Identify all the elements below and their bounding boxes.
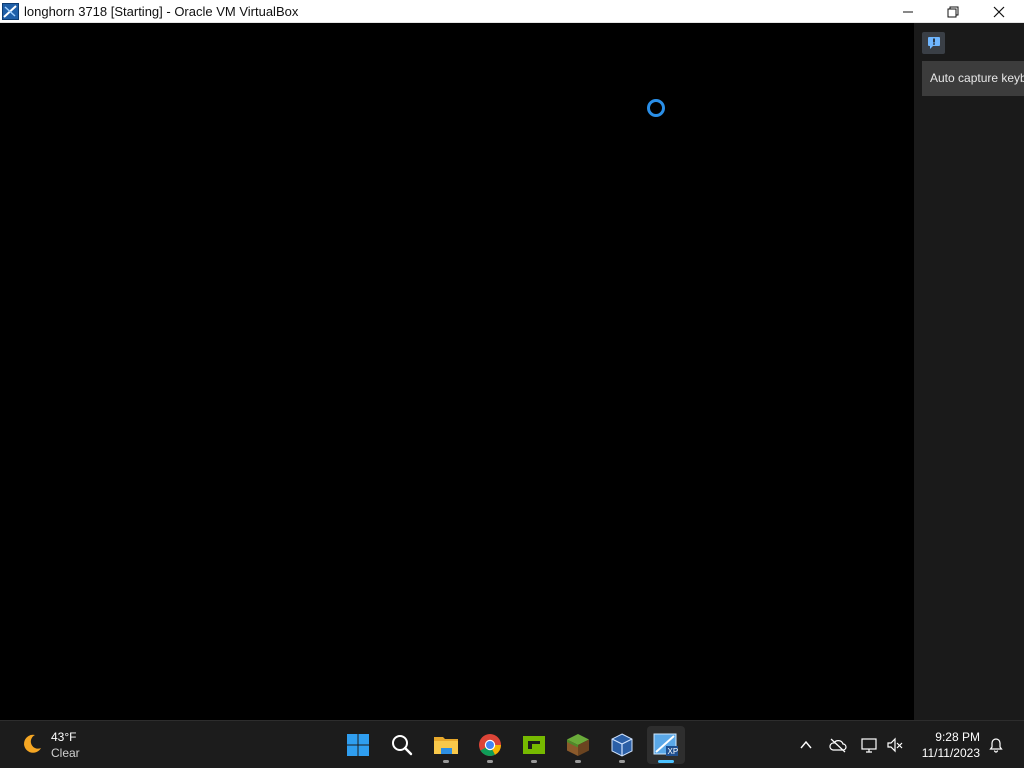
- chrome-icon: [479, 734, 501, 756]
- virtualbox-vm-button[interactable]: XP: [647, 726, 685, 764]
- nvidia-button[interactable]: [515, 726, 553, 764]
- notification-panel: Auto capture keyboard: [914, 23, 1024, 720]
- minecraft-button[interactable]: [559, 726, 597, 764]
- running-indicator: [619, 760, 625, 763]
- running-indicator: [531, 760, 537, 763]
- volume-button[interactable]: [885, 735, 905, 755]
- running-indicator: [443, 760, 449, 763]
- running-indicator: [575, 760, 581, 763]
- onedrive-button[interactable]: [828, 735, 848, 755]
- cloud-offline-icon: [829, 738, 847, 753]
- running-indicator: [487, 760, 493, 763]
- window-titlebar[interactable]: longhorn 3718 [Starting] - Oracle VM Vir…: [0, 0, 1024, 23]
- virtualbox-manager-button[interactable]: [603, 726, 641, 764]
- minimize-icon: [903, 11, 913, 12]
- minecraft-grass-block-icon: [567, 734, 589, 756]
- network-button[interactable]: [860, 735, 880, 755]
- chrome-button[interactable]: [471, 726, 509, 764]
- speaker-muted-icon: [887, 737, 903, 753]
- moon-icon[interactable]: [20, 732, 44, 756]
- windows-start-icon: [347, 734, 369, 756]
- search-button[interactable]: [383, 726, 421, 764]
- restore-icon: [947, 6, 959, 17]
- folder-icon: [434, 737, 458, 754]
- clock-date[interactable]: 11/11/2023: [910, 746, 980, 760]
- notification-toggle-button[interactable]: [922, 32, 945, 54]
- taskbar: 43°F Clear XP 9:28 PM 11/11/2023: [0, 720, 1024, 768]
- vm-display[interactable]: [0, 23, 914, 720]
- virtualbox-app-icon: [2, 3, 19, 20]
- clock-time[interactable]: 9:28 PM: [920, 730, 980, 744]
- weather-temperature[interactable]: 43°F: [51, 730, 76, 744]
- file-explorer-button[interactable]: [427, 726, 465, 764]
- nvidia-icon: [523, 736, 545, 754]
- network-icon: [861, 738, 877, 753]
- notifications-button[interactable]: [986, 735, 1006, 755]
- active-window-indicator: [658, 760, 674, 763]
- svg-text:XP: XP: [668, 747, 679, 756]
- busy-spinner-icon: [647, 99, 665, 117]
- close-button[interactable]: [976, 0, 1022, 23]
- close-icon: [993, 6, 1005, 17]
- weather-condition[interactable]: Clear: [51, 746, 80, 760]
- chat-notification-icon: [927, 37, 940, 49]
- restore-button[interactable]: [930, 0, 976, 23]
- bell-icon: [989, 738, 1003, 753]
- auto-capture-keyboard-notification[interactable]: Auto capture keyboard: [922, 61, 1024, 96]
- search-icon: [392, 735, 413, 756]
- start-button[interactable]: [339, 726, 377, 764]
- show-hidden-icons-button[interactable]: [796, 735, 816, 755]
- chevron-up-icon: [800, 740, 812, 749]
- minimize-button[interactable]: [885, 0, 931, 23]
- window-title: longhorn 3718 [Starting] - Oracle VM Vir…: [24, 4, 299, 19]
- virtualbox-vm-xp-icon: XP: [653, 733, 679, 756]
- virtualbox-cube-icon: [611, 733, 633, 757]
